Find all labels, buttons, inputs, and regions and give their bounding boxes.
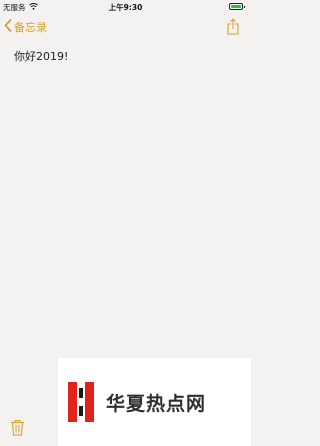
trash-icon bbox=[10, 419, 25, 440]
nav-bar: 备忘录 bbox=[0, 14, 251, 42]
battery-icon bbox=[229, 3, 245, 10]
battery-fill bbox=[231, 5, 241, 8]
trash-button[interactable] bbox=[10, 419, 25, 440]
share-icon bbox=[227, 18, 239, 39]
share-button[interactable] bbox=[227, 18, 239, 39]
back-label: 备忘录 bbox=[14, 21, 47, 34]
status-time: 上午9:30 bbox=[108, 3, 143, 12]
chevron-left-icon bbox=[4, 19, 12, 35]
status-bar: 无服务 上午9:30 bbox=[0, 0, 251, 14]
back-button[interactable]: 备忘录 bbox=[4, 19, 47, 35]
bottom-toolbar bbox=[0, 402, 251, 446]
note-text[interactable]: 你好2019! bbox=[14, 48, 68, 64]
